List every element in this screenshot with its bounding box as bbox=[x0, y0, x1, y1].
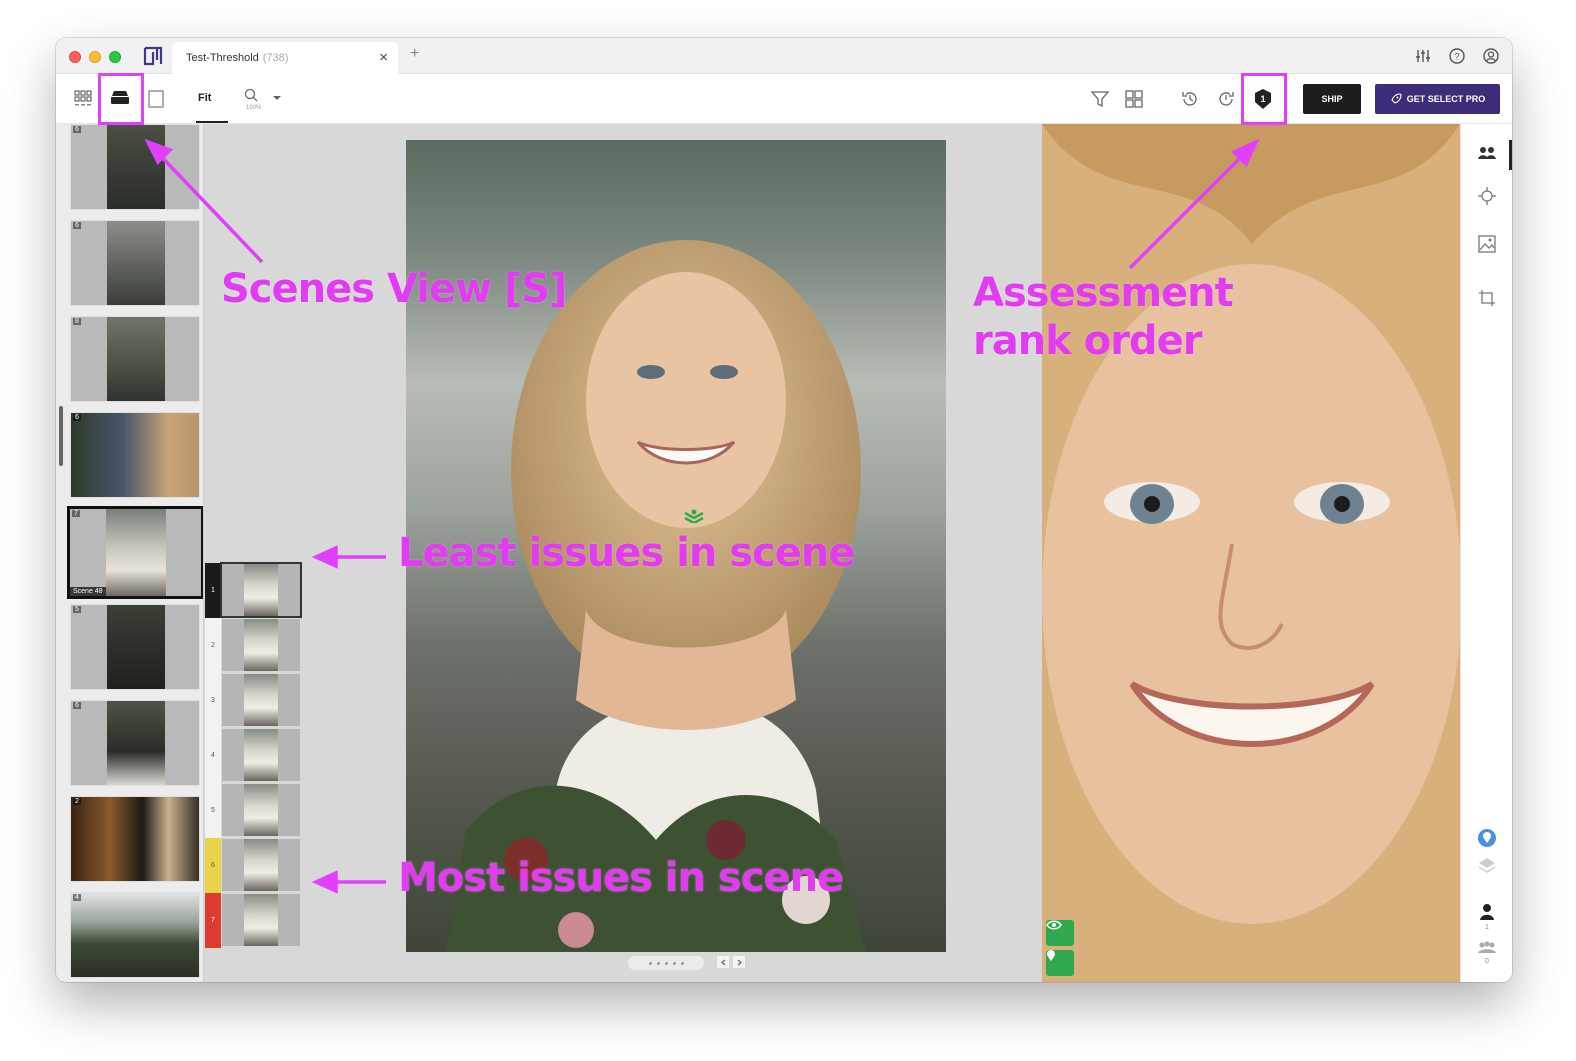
annotation-scenes-view: Scenes View [S] bbox=[221, 266, 567, 312]
annotation-assessment-line2: rank order bbox=[973, 318, 1202, 364]
annotation-least-issues: Least issues in scene bbox=[398, 530, 855, 576]
annotation-assessment-line1: Assessment bbox=[973, 270, 1234, 316]
annotation-most-issues: Most issues in scene bbox=[398, 855, 844, 901]
